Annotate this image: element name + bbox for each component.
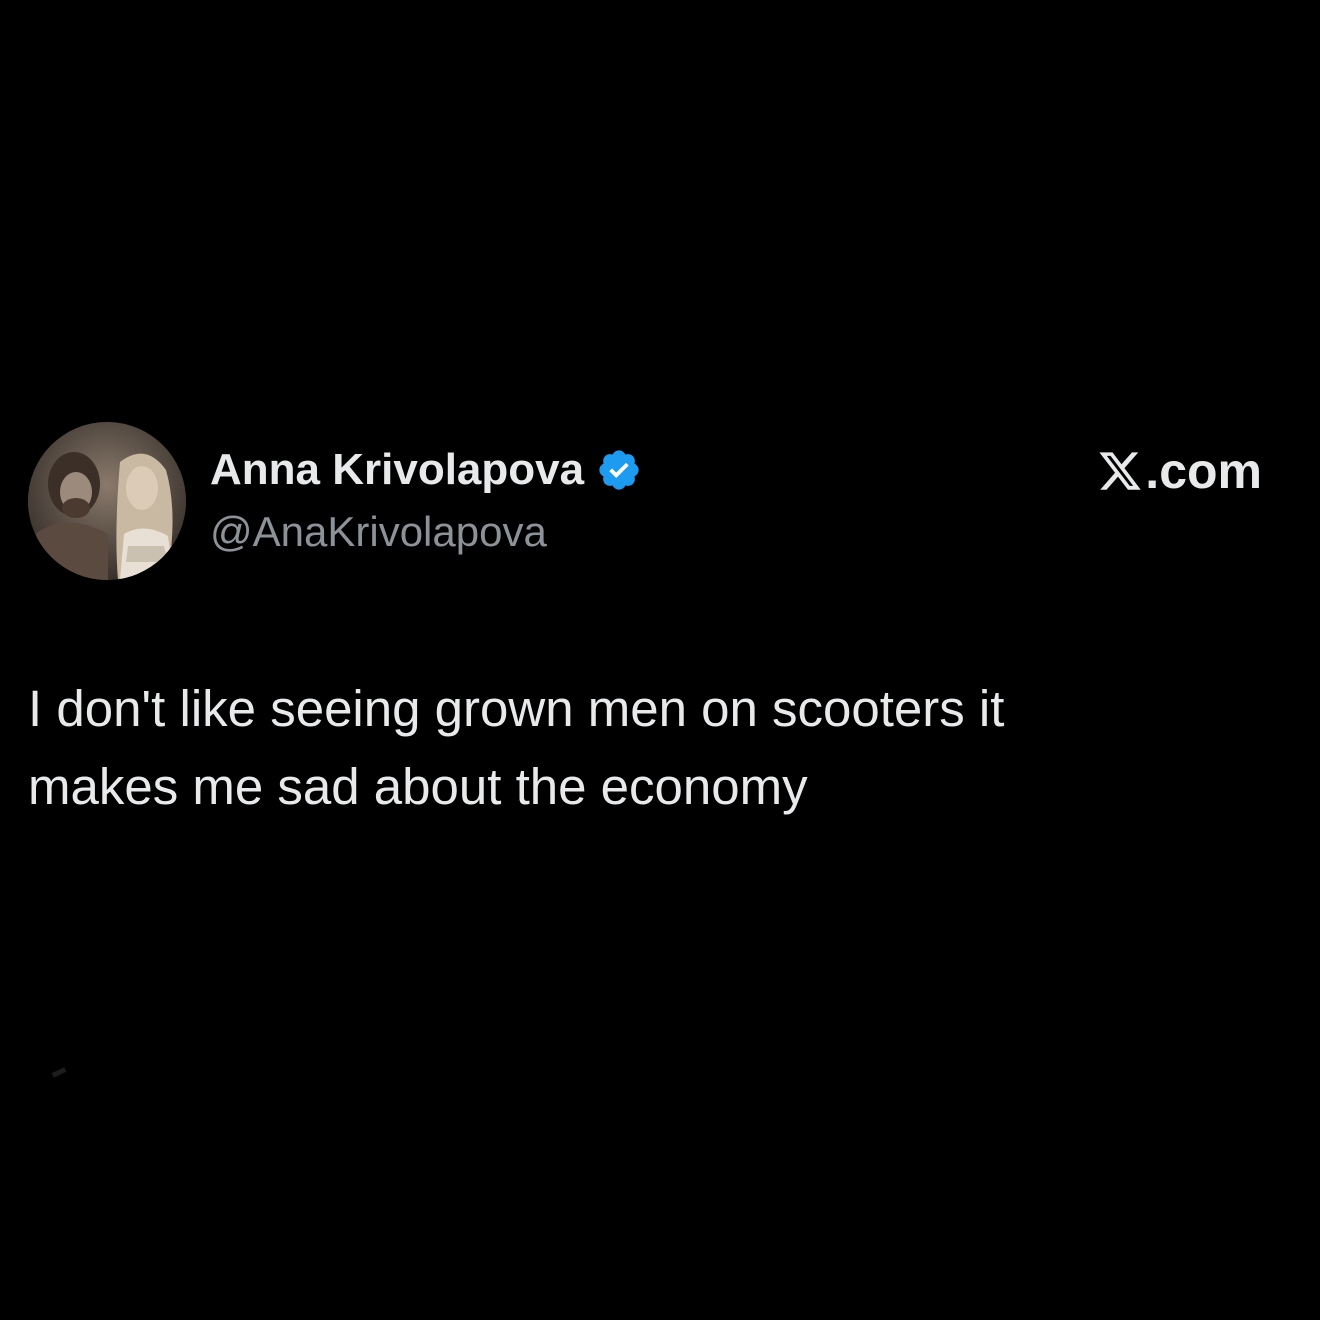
x-logo-icon [1097,448,1143,494]
tweet-text-line: I don't like seeing grown men on scooter… [28,680,1005,737]
author-name-row: Anna Krivolapova [210,440,642,500]
tweet-text: I don't like seeing grown men on scooter… [28,670,1258,826]
site-brand-suffix: .com [1145,443,1262,499]
verified-badge-icon[interactable] [596,447,642,493]
tweet-text-line: makes me sad about the economy [28,758,808,815]
avatar-photo-icon [28,422,186,580]
avatar[interactable] [28,422,186,580]
site-brand[interactable]: .com [1097,442,1262,500]
decorative-mark [51,1067,67,1078]
author-display-name[interactable]: Anna Krivolapova [210,445,584,495]
tweet-card: Anna Krivolapova @AnaKrivolapova .com I … [0,0,1320,1320]
author-handle[interactable]: @AnaKrivolapova [210,508,547,556]
